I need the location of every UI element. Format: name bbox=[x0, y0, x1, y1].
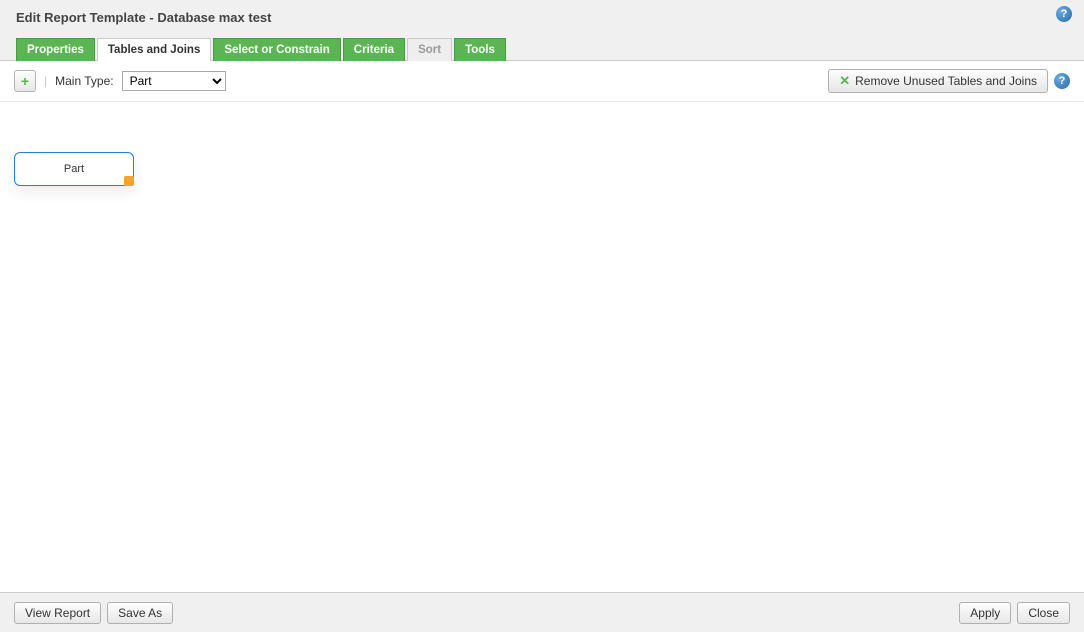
tabs-bar: Properties Tables and Joins Select or Co… bbox=[0, 29, 1084, 60]
entity-join-handle[interactable] bbox=[124, 176, 134, 186]
separator: | bbox=[44, 74, 47, 88]
entity-part[interactable]: Part bbox=[14, 152, 134, 186]
save-as-button[interactable]: Save As bbox=[107, 602, 173, 624]
dialog-title: Edit Report Template - Database max test bbox=[16, 10, 272, 25]
remove-unused-button[interactable]: ✕ Remove Unused Tables and Joins bbox=[828, 69, 1048, 93]
view-report-button[interactable]: View Report bbox=[14, 602, 101, 624]
tab-tables-and-joins[interactable]: Tables and Joins bbox=[97, 38, 211, 61]
remove-icon: ✕ bbox=[839, 73, 850, 89]
tab-select-or-constrain[interactable]: Select or Constrain bbox=[213, 38, 340, 61]
tab-tools[interactable]: Tools bbox=[454, 38, 506, 61]
apply-button[interactable]: Apply bbox=[959, 602, 1011, 624]
tab-sort[interactable]: Sort bbox=[407, 38, 452, 61]
help-icon[interactable]: ? bbox=[1056, 6, 1072, 22]
entity-label: Part bbox=[64, 163, 84, 175]
add-table-button[interactable]: + bbox=[14, 70, 36, 92]
toolbar: + | Main Type: Part ✕ Remove Unused Tabl… bbox=[0, 61, 1084, 102]
close-button[interactable]: Close bbox=[1017, 602, 1070, 624]
join-canvas[interactable]: Part bbox=[0, 102, 1084, 582]
tab-properties[interactable]: Properties bbox=[16, 38, 95, 61]
main-type-label: Main Type: bbox=[55, 74, 113, 88]
plus-icon: + bbox=[21, 74, 29, 88]
main-type-select[interactable]: Part bbox=[122, 71, 226, 91]
footer-bar: View Report Save As Apply Close bbox=[0, 592, 1084, 632]
help-icon[interactable]: ? bbox=[1054, 73, 1070, 89]
tab-criteria[interactable]: Criteria bbox=[343, 38, 405, 61]
remove-unused-label: Remove Unused Tables and Joins bbox=[855, 74, 1037, 88]
